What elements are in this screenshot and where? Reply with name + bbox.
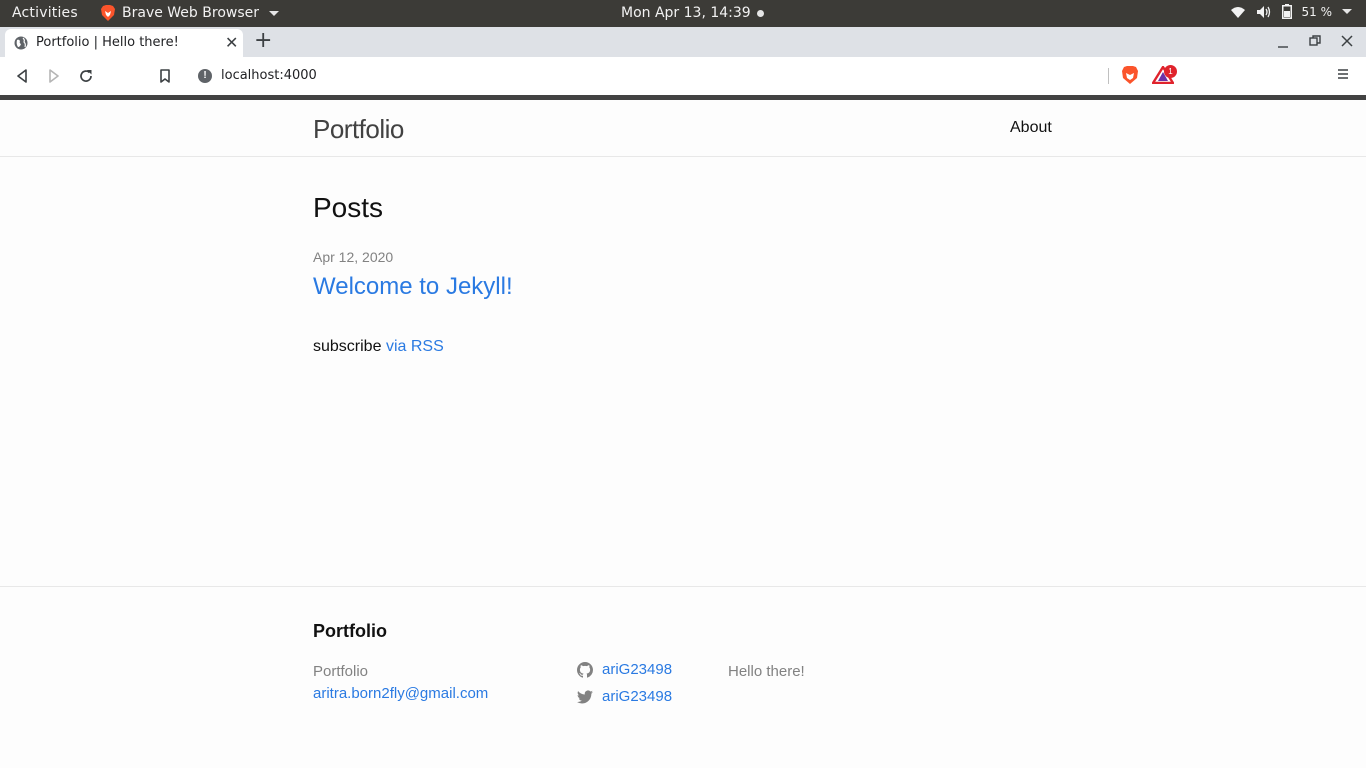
back-button[interactable]: [12, 66, 32, 86]
system-tray[interactable]: 51 %: [1230, 4, 1352, 19]
minimize-icon[interactable]: [1277, 37, 1289, 49]
rss-prefix: subscribe: [313, 338, 382, 355]
battery-percent: 51 %: [1301, 4, 1333, 19]
menu-icon[interactable]: [1336, 67, 1350, 81]
new-tab-button[interactable]: +: [254, 28, 272, 53]
brave-lion-icon: [101, 5, 115, 21]
bookmark-icon: [160, 69, 170, 83]
tab-title: Portfolio | Hello there!: [36, 35, 179, 50]
chevron-down-icon: [1342, 9, 1352, 14]
forward-icon: [49, 69, 59, 83]
twitter-icon: [577, 689, 593, 703]
app-menu[interactable]: Brave Web Browser: [100, 4, 279, 22]
wifi-icon: [1230, 6, 1245, 18]
app-name: Brave Web Browser: [122, 5, 259, 21]
info-icon[interactable]: !: [198, 69, 212, 83]
notification-dot-icon: [756, 9, 764, 17]
chevron-down-icon: [269, 10, 279, 16]
clock[interactable]: Mon Apr 13, 14:39: [621, 5, 764, 21]
rss-link[interactable]: via RSS: [386, 338, 444, 355]
tab-strip: Portfolio | Hello there! ✕ +: [0, 27, 1366, 57]
nav-about-link[interactable]: About: [1010, 119, 1052, 137]
address-bar[interactable]: ! localhost:4000: [187, 62, 1179, 90]
reload-icon: [80, 70, 92, 82]
reload-button[interactable]: [76, 66, 96, 86]
close-tab-icon[interactable]: ✕: [225, 33, 238, 52]
footer-name: Portfolio: [313, 663, 369, 680]
rewards-badge: 1: [1164, 65, 1177, 78]
post-date: Apr 12, 2020: [313, 249, 394, 265]
back-icon: [17, 69, 27, 83]
brave-shields-icon[interactable]: [1120, 65, 1140, 85]
twitter-link[interactable]: ariG23498: [602, 688, 672, 705]
rss-subscribe: subscribe via RSS: [313, 338, 444, 356]
clock-text: Mon Apr 13, 14:39: [621, 5, 751, 21]
post-title-link[interactable]: Welcome to Jekyll!: [313, 273, 513, 301]
browser-tab[interactable]: Portfolio | Hello there! ✕: [5, 29, 243, 57]
omnibox-divider: [1108, 68, 1109, 84]
footer-heading: Portfolio: [313, 621, 387, 641]
footer-description: Hello there!: [728, 663, 805, 680]
url-text[interactable]: localhost:4000: [221, 68, 317, 83]
volume-icon: [1256, 5, 1270, 18]
bookmark-button[interactable]: [155, 66, 175, 86]
site-header: Portfolio About: [0, 100, 1366, 157]
twitter-social-item: ariG23498: [577, 688, 672, 705]
battery-icon: [1281, 4, 1292, 19]
github-social-item: ariG23498: [577, 661, 672, 678]
forward-button[interactable]: [44, 66, 64, 86]
posts-heading: Posts: [313, 192, 384, 223]
restore-icon[interactable]: [1309, 35, 1321, 47]
site-footer: Portfolio Portfolio aritra.born2fly@gmai…: [0, 586, 1366, 768]
site-title-link[interactable]: Portfolio: [313, 114, 404, 145]
globe-icon: [14, 36, 28, 50]
close-window-icon[interactable]: [1341, 35, 1353, 47]
github-link[interactable]: ariG23498: [602, 661, 672, 678]
github-icon: [577, 661, 593, 678]
system-top-bar: Activities Brave Web Browser Mon Apr 13,…: [0, 0, 1366, 27]
activities-button[interactable]: Activities: [12, 5, 78, 21]
footer-email-link[interactable]: aritra.born2fly@gmail.com: [313, 685, 488, 702]
